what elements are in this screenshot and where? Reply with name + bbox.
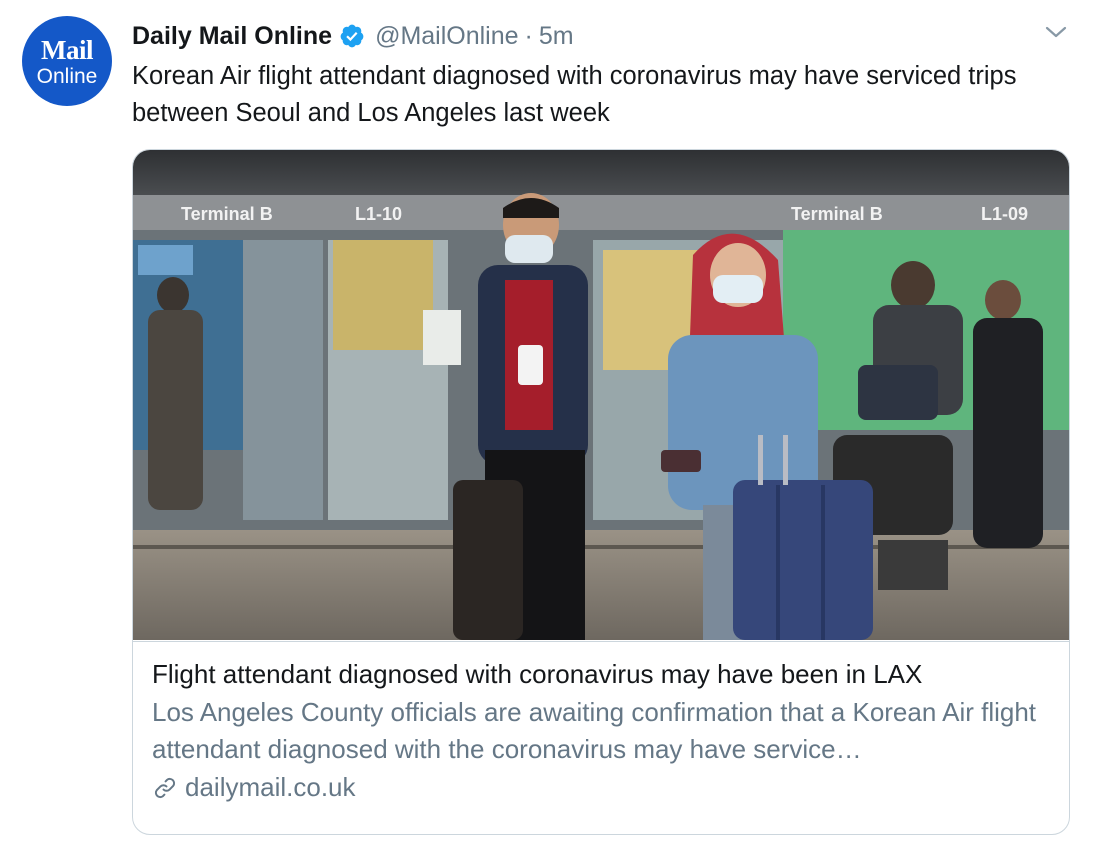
verified-badge-icon <box>340 24 364 48</box>
link-card[interactable]: Terminal B L1-10 Terminal B L1-09 Flight… <box>132 149 1070 835</box>
tweet[interactable]: Mail Online Daily Mail Online @MailOnlin… <box>0 0 1100 843</box>
card-domain[interactable]: dailymail.co.uk <box>185 772 356 803</box>
svg-text:L1-10: L1-10 <box>355 204 402 224</box>
avatar-logo-top: Mail <box>41 35 94 65</box>
card-image[interactable]: Terminal B L1-10 Terminal B L1-09 <box>133 150 1069 640</box>
handle[interactable]: @MailOnline <box>375 22 518 51</box>
card-title[interactable]: Flight attendant diagnosed with coronavi… <box>152 656 1052 692</box>
tweet-header: Daily Mail Online @MailOnline · 5m <box>132 18 574 54</box>
avatar-logo-bottom: Online <box>36 65 98 88</box>
svg-text:Terminal B: Terminal B <box>181 204 273 224</box>
card-description: Los Angeles County officials are awaitin… <box>152 697 1037 764</box>
tweet-text: Korean Air flight attendant diagnosed wi… <box>132 62 1017 127</box>
separator-dot: · <box>524 21 533 50</box>
card-link[interactable]: dailymail.co.uk <box>152 772 356 803</box>
svg-text:Terminal B: Terminal B <box>791 204 883 224</box>
card-body[interactable]: Flight attendant diagnosed with coronavi… <box>133 641 1069 834</box>
timestamp[interactable]: 5m <box>539 22 574 51</box>
avatar[interactable]: Mail Online <box>22 16 112 106</box>
display-name[interactable]: Daily Mail Online <box>132 22 332 51</box>
svg-text:L1-09: L1-09 <box>981 204 1028 224</box>
link-icon <box>154 777 176 798</box>
chevron-down-icon[interactable] <box>1044 22 1068 42</box>
